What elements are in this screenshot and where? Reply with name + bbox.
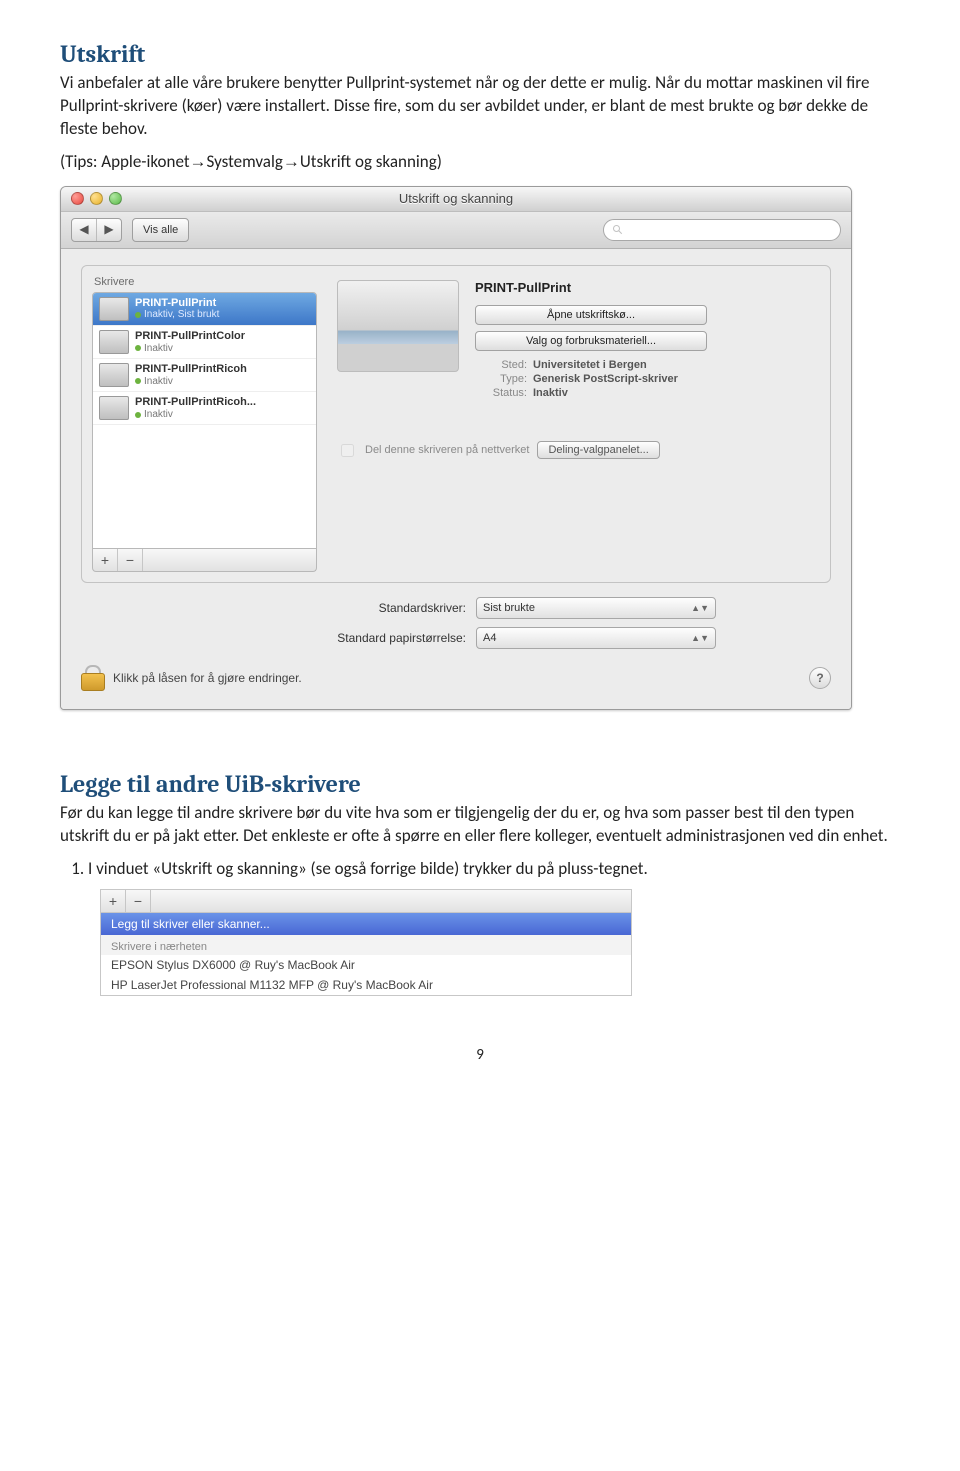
add-printer-button[interactable]: + (93, 549, 118, 571)
default-paper-select[interactable]: A4▲▼ (476, 627, 716, 649)
window-titlebar: Utskrift og skanning (61, 187, 851, 212)
menu-nearby-printer[interactable]: EPSON Stylus DX6000 @ Ruy's MacBook Air (101, 955, 631, 975)
remove-printer-button[interactable]: − (118, 549, 143, 571)
search-icon (612, 224, 624, 236)
menu-section-nearby: Skrivere i nærheten (101, 935, 631, 955)
section2-paragraph: Før du kan legge til andre skrivere bør … (60, 802, 900, 848)
printer-item[interactable]: PRINT-PullPrintColor Inaktiv (93, 326, 316, 359)
printers-heading: Skrivere (94, 276, 317, 288)
printer-item[interactable]: PRINT-PullPrintRicoh... Inaktiv (93, 392, 316, 425)
default-printer-label: Standardskriver: (196, 601, 476, 615)
help-button[interactable]: ? (809, 667, 831, 689)
share-printer-label: Del denne skriveren på nettverket (365, 444, 529, 456)
chevron-updown-icon: ▲▼ (691, 633, 709, 643)
sharing-prefs-button[interactable]: Deling-valgpanelet... (537, 441, 659, 459)
printers-list[interactable]: PRINT-PullPrint Inaktiv, Sist brukt PRIN… (92, 292, 317, 549)
tips-line: (Tips: Apple-ikonet→Systemvalg→Utskrift … (60, 151, 900, 174)
printer-name: PRINT-PullPrint (135, 297, 219, 310)
intro-paragraph: Vi anbefaler at alle våre brukere benytt… (60, 72, 900, 141)
add-remove-bar: + − (92, 549, 317, 572)
section-title-add-printers: Legge til andre UiB-skrivere (60, 770, 900, 798)
add-remove-bar-small: + − (101, 890, 631, 913)
open-queue-button[interactable]: Åpne utskriftskø... (475, 305, 707, 325)
printer-item[interactable]: PRINT-PullPrint Inaktiv, Sist brukt (93, 293, 316, 326)
status-dot-icon (135, 345, 141, 351)
add-printer-menu: + − Legg til skriver eller skanner... Sk… (100, 889, 632, 996)
default-printer-select[interactable]: Sist brukte▲▼ (476, 597, 716, 619)
default-paper-label: Standard papirstørrelse: (196, 631, 476, 645)
printer-icon (99, 297, 129, 321)
show-all-button[interactable]: Vis alle (132, 218, 189, 242)
window-title: Utskrift og skanning (61, 191, 851, 206)
search-input[interactable] (603, 219, 841, 241)
back-icon[interactable]: ◀ (72, 219, 97, 241)
add-printer-button[interactable]: + (101, 890, 126, 912)
window-toolbar: ◀ ▶ Vis alle (61, 212, 851, 249)
printer-large-icon (337, 280, 459, 372)
mac-prefs-window: Utskrift og skanning ◀ ▶ Vis alle Skrive… (60, 186, 852, 710)
status-dot-icon (135, 412, 141, 418)
status-dot-icon (135, 312, 141, 318)
selected-printer-name: PRINT-PullPrint (475, 280, 814, 295)
options-supplies-button[interactable]: Valg og forbruksmateriell... (475, 331, 707, 351)
remove-printer-button[interactable]: − (126, 890, 151, 912)
status-dot-icon (135, 378, 141, 384)
printer-name: PRINT-PullPrintRicoh... (135, 396, 256, 409)
printer-name: PRINT-PullPrintColor (135, 330, 245, 343)
printer-icon (99, 363, 129, 387)
share-printer-checkbox[interactable] (341, 444, 354, 457)
lock-icon[interactable] (81, 665, 103, 691)
printer-icon (99, 396, 129, 420)
section-title-utskrift: Utskrift (60, 40, 900, 68)
page-number: 9 (60, 1046, 900, 1064)
menu-nearby-printer[interactable]: HP LaserJet Professional M1132 MFP @ Ruy… (101, 975, 631, 995)
step-1: I vinduet «Utskrift og skanning» (se ogs… (88, 858, 900, 879)
menu-add-printer-scanner[interactable]: Legg til skriver eller skanner... (101, 913, 631, 935)
printer-item[interactable]: PRINT-PullPrintRicoh Inaktiv (93, 359, 316, 392)
nav-back-forward[interactable]: ◀ ▶ (71, 218, 122, 242)
forward-icon[interactable]: ▶ (97, 219, 121, 241)
lock-text: Klikk på låsen for å gjøre endringer. (113, 671, 302, 685)
printer-icon (99, 330, 129, 354)
printer-name: PRINT-PullPrintRicoh (135, 363, 247, 376)
chevron-updown-icon: ▲▼ (691, 603, 709, 613)
